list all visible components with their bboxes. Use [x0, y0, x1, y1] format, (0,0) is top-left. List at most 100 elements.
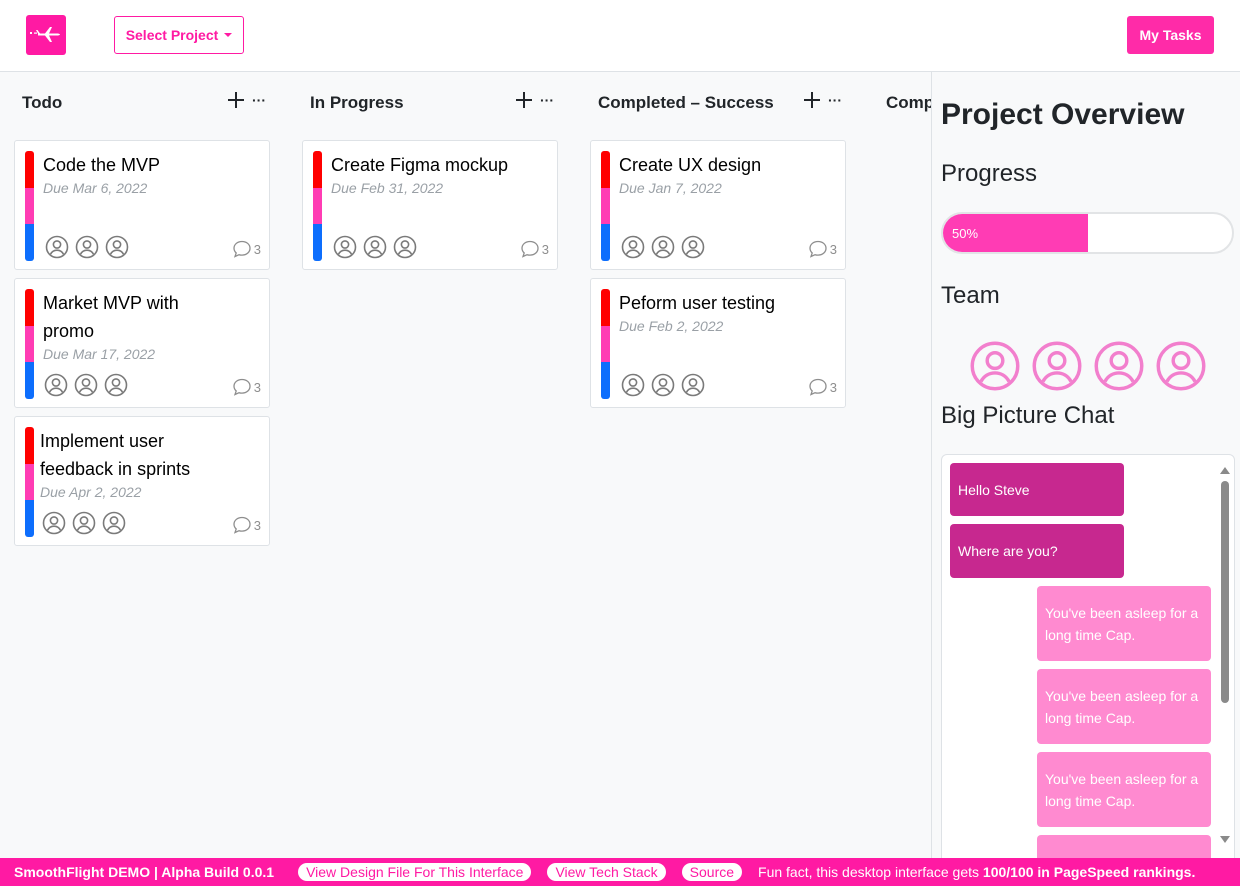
ellipsis-icon[interactable]: ···	[828, 93, 842, 107]
user-circle-icon[interactable]	[42, 511, 66, 535]
airplane-icon	[30, 27, 60, 42]
comment-count[interactable]: 3	[232, 377, 261, 397]
user-circle-icon[interactable]	[681, 235, 705, 259]
chat-heading: Big Picture Chat	[941, 402, 1115, 429]
footer-bar: SmoothFlight DEMO | Alpha Build 0.0.1 Vi…	[0, 858, 1240, 886]
scroll-up-arrow-icon[interactable]	[1220, 467, 1230, 474]
column-title: Comp	[886, 93, 931, 112]
chat-message-outgoing: You've been asleep for a long time Cap.	[1037, 586, 1211, 661]
task-due-date: Due Mar 17, 2022	[43, 346, 156, 362]
task-card[interactable]: Peform user testing Due Feb 2, 2022 3	[590, 278, 846, 408]
kanban-board: Todo ··· Code the MVP Due Mar 6, 2022 3 …	[0, 72, 931, 858]
priority-stripe	[25, 427, 34, 537]
user-circle-icon[interactable]	[104, 373, 128, 397]
progress-heading: Progress	[941, 160, 1038, 187]
assignee-avatars	[45, 235, 129, 259]
task-due-date: Due Mar 6, 2022	[43, 180, 148, 196]
chat-scrollbar[interactable]	[1219, 463, 1231, 843]
plus-icon[interactable]	[804, 92, 820, 108]
source-link[interactable]: Source	[681, 863, 743, 881]
user-circle-icon[interactable]	[72, 511, 96, 535]
user-circle-icon[interactable]	[45, 235, 69, 259]
task-card[interactable]: Code the MVP Due Mar 6, 2022 3	[14, 140, 270, 270]
task-card[interactable]: Create UX design Due Jan 7, 2022 3	[590, 140, 846, 270]
select-project-label: Select Project	[125, 27, 219, 43]
user-circle-icon[interactable]	[74, 373, 98, 397]
task-due-date: Due Jan 7, 2022	[619, 180, 722, 196]
comment-count-label: 3	[541, 241, 549, 257]
design-file-link[interactable]: View Design File For This Interface	[298, 863, 532, 881]
assignee-avatars	[44, 373, 128, 397]
chat-message-incoming: Hello Steve	[950, 463, 1124, 516]
caret-down-icon	[224, 33, 233, 37]
chat-message-outgoing: You've been asleep for a long time Cap.	[1037, 669, 1211, 744]
ellipsis-icon[interactable]: ···	[540, 93, 554, 107]
user-circle-icon[interactable]	[651, 373, 675, 397]
comment-icon	[808, 239, 828, 259]
column-title: In Progress	[310, 93, 404, 112]
user-circle-icon[interactable]	[363, 235, 387, 259]
tech-stack-link[interactable]: View Tech Stack	[547, 863, 666, 881]
task-title: Implement user feedback in sprints	[40, 431, 191, 479]
fun-fact: Fun fact, this desktop interface gets 10…	[758, 864, 1195, 880]
panel-title: Project Overview	[941, 98, 1185, 131]
comment-icon	[520, 239, 540, 259]
task-due-date: Due Apr 2, 2022	[40, 484, 142, 500]
comment-count-label: 3	[253, 241, 261, 257]
comment-count[interactable]: 3	[808, 239, 837, 259]
build-label: SmoothFlight DEMO | Alpha Build 0.0.1	[14, 864, 275, 880]
user-circle-icon[interactable]	[621, 373, 645, 397]
column-header: Comp	[886, 92, 931, 114]
assignee-avatars	[621, 373, 705, 397]
task-card[interactable]: Create Figma mockup Due Feb 31, 2022 3	[302, 140, 558, 270]
task-title: Market MVP with promo	[43, 293, 179, 341]
plus-icon[interactable]	[516, 92, 532, 108]
user-circle-icon[interactable]	[393, 235, 417, 259]
progress-fill: 50%	[943, 214, 1088, 252]
comment-icon	[232, 377, 252, 397]
select-project-dropdown[interactable]: Select Project	[114, 16, 244, 54]
user-circle-icon[interactable]	[44, 373, 68, 397]
task-card[interactable]: Implement user feedback in sprints Due A…	[14, 416, 270, 546]
user-circle-icon[interactable]	[102, 511, 126, 535]
progress-label: 50%	[952, 225, 979, 241]
project-overview-panel: Project Overview Progress 50% Team Big P…	[931, 72, 1240, 858]
user-circle-icon[interactable]	[621, 235, 645, 259]
user-circle-icon[interactable]	[333, 235, 357, 259]
user-circle-icon[interactable]	[75, 235, 99, 259]
scroll-thumb[interactable]	[1221, 481, 1229, 703]
column-title: Completed – Success	[598, 93, 774, 112]
user-circle-icon[interactable]	[969, 340, 1021, 392]
fun-fact-highlight: 100/100 in PageSpeed rankings.	[982, 864, 1196, 880]
user-circle-icon[interactable]	[1031, 340, 1083, 392]
user-circle-icon[interactable]	[651, 235, 675, 259]
task-title: Peform user testing	[619, 293, 776, 313]
task-title: Create Figma mockup	[331, 155, 509, 175]
user-circle-icon[interactable]	[1093, 340, 1145, 392]
scroll-down-arrow-icon[interactable]	[1220, 836, 1230, 843]
chat-window[interactable]: Hello Steve Where are you? You've been a…	[941, 454, 1235, 858]
user-circle-icon[interactable]	[681, 373, 705, 397]
comment-count-label: 3	[829, 379, 837, 395]
task-card[interactable]: Market MVP with promo Due Mar 17, 2022 3	[14, 278, 270, 408]
column-header: Completed – Success ···	[598, 92, 846, 114]
comment-count[interactable]: 3	[232, 239, 261, 259]
user-circle-icon[interactable]	[105, 235, 129, 259]
assignee-avatars	[621, 235, 705, 259]
team-avatars	[969, 340, 1207, 392]
assignee-avatars	[42, 511, 126, 535]
comment-icon	[232, 515, 252, 535]
priority-stripe	[25, 151, 34, 261]
comment-count[interactable]: 3	[520, 239, 549, 259]
comment-count[interactable]: 3	[232, 515, 261, 535]
priority-stripe	[601, 151, 610, 261]
comment-count-label: 3	[253, 517, 261, 533]
chat-message-incoming: Where are you?	[950, 524, 1124, 578]
comment-count[interactable]: 3	[808, 377, 837, 397]
task-due-date: Due Feb 2, 2022	[619, 318, 724, 334]
user-circle-icon[interactable]	[1155, 340, 1207, 392]
app-logo[interactable]	[26, 15, 66, 55]
ellipsis-icon[interactable]: ···	[252, 93, 266, 107]
plus-icon[interactable]	[228, 92, 244, 108]
my-tasks-button[interactable]: My Tasks	[1127, 16, 1214, 54]
